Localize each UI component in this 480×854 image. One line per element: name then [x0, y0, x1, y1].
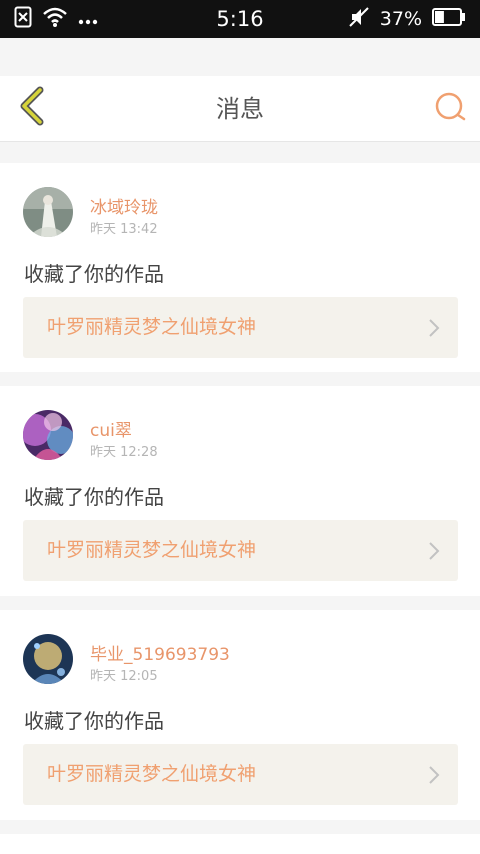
work-title: 叶罗丽精灵梦之仙境女神: [47, 763, 257, 785]
work-title: 叶罗丽精灵梦之仙境女神: [47, 316, 257, 338]
message-card: 冰域玲珑 昨天 13:42 收藏了你的作品 叶罗丽精灵梦之仙境女神: [0, 163, 480, 372]
nav-bar: 消息: [0, 76, 480, 142]
no-sim-icon: [14, 6, 32, 32]
work-link[interactable]: 叶罗丽精灵梦之仙境女神: [23, 520, 458, 581]
username[interactable]: 冰域玲珑: [90, 193, 158, 218]
battery-fill: [435, 11, 444, 23]
username[interactable]: cui翠: [90, 416, 132, 441]
action-text: 收藏了你的作品: [24, 262, 164, 286]
page-title: 消息: [216, 95, 264, 123]
avatar[interactable]: [23, 410, 73, 460]
work-link[interactable]: 叶罗丽精灵梦之仙境女神: [23, 297, 458, 358]
status-bar: 5:16 37%: [0, 0, 480, 38]
chevron-right-icon: [428, 318, 440, 342]
search-button[interactable]: [430, 89, 470, 129]
chevron-right-icon: [428, 541, 440, 565]
message-time: 昨天 12:28: [90, 445, 158, 460]
message-card: cui翠 昨天 12:28 收藏了你的作品 叶罗丽精灵梦之仙境女神: [0, 386, 480, 596]
battery-icon: [432, 8, 466, 30]
username[interactable]: 毕业_519693793: [90, 640, 230, 665]
avatar[interactable]: [23, 187, 73, 237]
action-text: 收藏了你的作品: [24, 485, 164, 509]
message-time: 昨天 12:05: [90, 669, 158, 684]
status-right-icons: 37%: [348, 6, 466, 32]
search-icon: [434, 91, 466, 127]
chevron-right-icon: [428, 765, 440, 789]
work-title: 叶罗丽精灵梦之仙境女神: [47, 539, 257, 561]
message-time: 昨天 13:42: [90, 222, 158, 237]
message-card: 毕业_519693793 昨天 12:05 收藏了你的作品 叶罗丽精灵梦之仙境女…: [0, 610, 480, 820]
work-link[interactable]: 叶罗丽精灵梦之仙境女神: [23, 744, 458, 805]
battery-percent: 37%: [379, 8, 422, 30]
wifi-icon: [42, 6, 68, 32]
status-left-icons: [14, 6, 98, 32]
message-card-partial: [0, 834, 480, 854]
action-text: 收藏了你的作品: [24, 709, 164, 733]
more-notifications-icon: [78, 10, 98, 29]
avatar[interactable]: [23, 634, 73, 684]
mute-icon: [348, 6, 370, 32]
